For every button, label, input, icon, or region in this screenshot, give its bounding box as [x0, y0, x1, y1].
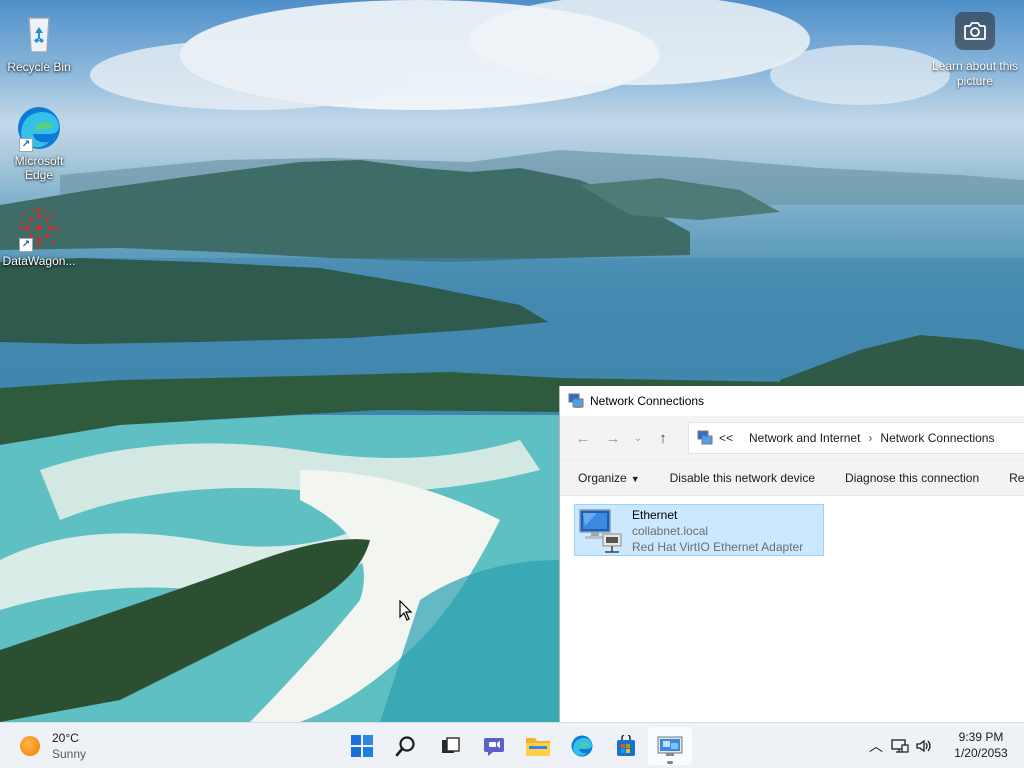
chevron-down-icon: ⌄ — [633, 432, 643, 444]
edge-icon: ↗ — [15, 104, 63, 152]
window-title: Network Connections — [590, 394, 705, 408]
shortcut-arrow-icon: ↗ — [19, 138, 33, 152]
weather-temperature: 20°C — [52, 731, 79, 745]
arrow-right-icon: → — [605, 429, 621, 447]
file-explorer-icon — [526, 738, 550, 756]
start-icon — [351, 735, 373, 757]
caret-down-icon: ▼ — [630, 473, 640, 484]
edge-icon — [571, 735, 593, 757]
organize-label: Organize — [578, 470, 627, 485]
edge-button[interactable] — [560, 727, 604, 765]
disable-device-button[interactable]: Disable this network device — [655, 461, 830, 495]
network-status-icon — [891, 739, 909, 753]
search-button[interactable] — [384, 727, 428, 765]
show-hidden-icons-button[interactable]: ︿ — [864, 735, 888, 757]
mouse-cursor-icon — [399, 600, 413, 621]
organize-button[interactable]: Organize ▼ — [560, 461, 655, 495]
search-icon — [395, 736, 415, 757]
clock[interactable]: 9:39 PM 1/20/2053 — [946, 729, 1016, 761]
file-explorer-button[interactable] — [516, 727, 560, 765]
breadcrumb-network-and-internet[interactable]: Network and Internet — [749, 431, 860, 445]
desktop-icon-microsoft-edge[interactable]: ↗ Microsoft Edge — [0, 104, 78, 182]
forward-button[interactable]: → — [598, 423, 628, 453]
chevron-up-icon: ︿ — [869, 738, 883, 754]
network-adapter-icon — [579, 509, 622, 553]
breadcrumb-network-connections[interactable]: Network Connections — [880, 431, 994, 445]
shortcut-arrow-icon: ↗ — [19, 238, 33, 252]
up-button[interactable]: ↑ — [648, 423, 678, 453]
connection-network: collabnet.local — [632, 524, 709, 538]
system-tray: ︿ — [864, 735, 936, 757]
connection-item-ethernet[interactable]: Ethernet collabnet.local Red Hat VirtIO … — [574, 504, 824, 556]
clock-date: 1/20/2053 — [954, 746, 1008, 760]
back-button[interactable]: ← — [568, 423, 598, 453]
task-view-icon — [442, 737, 460, 753]
arrow-left-icon: ← — [575, 429, 591, 447]
window-titlebar[interactable]: Network Connections — [560, 386, 1024, 416]
store-button[interactable] — [604, 727, 648, 765]
address-bar[interactable]: << Network and Internet › Network Connec… — [688, 422, 1024, 454]
desktop-icon-label: DataWagon... — [2, 254, 76, 268]
network-folder-icon — [697, 430, 713, 445]
desktop-icon-label: Recycle Bin — [7, 60, 71, 74]
store-icon — [617, 735, 635, 756]
navigation-bar: ← → ⌄ ↑ << Network and Internet › Networ… — [560, 416, 1024, 460]
chat-icon — [484, 738, 504, 756]
command-bar: Organize ▼ Disable this network device Di… — [560, 460, 1024, 496]
learn-about-picture-button[interactable] — [955, 12, 995, 50]
volume-button[interactable] — [912, 735, 936, 757]
connection-adapter: Red Hat VirtIO Ethernet Adapter — [632, 540, 804, 554]
chevron-right-icon: › — [868, 431, 873, 445]
connection-name: Ethernet — [632, 508, 678, 522]
network-connections-icon — [657, 736, 683, 756]
network-connections-window: Network Connections ← → ⌄ ↑ << Network a… — [559, 386, 1024, 722]
weather-widget[interactable]: 20°C Sunny — [20, 730, 86, 762]
taskbar-apps — [340, 727, 692, 765]
taskbar: 20°C Sunny ︿ 9:39 PM 1/20/2053 — [0, 722, 1024, 768]
sun-icon — [20, 736, 40, 756]
rename-button[interactable]: Ren — [994, 461, 1024, 495]
network-status-button[interactable] — [888, 735, 912, 757]
diagnose-connection-button[interactable]: Diagnose this connection — [830, 461, 994, 495]
recycle-bin-icon — [15, 10, 63, 58]
task-view-button[interactable] — [428, 727, 472, 765]
arrow-up-icon: ↑ — [659, 429, 667, 447]
camera-icon — [964, 22, 986, 40]
desktop-icon-datawagon[interactable]: ↗ DataWagon... — [0, 204, 78, 268]
running-indicator — [667, 761, 673, 764]
speaker-icon — [916, 739, 931, 753]
chat-button[interactable] — [472, 727, 516, 765]
network-connections-taskbar-button[interactable] — [648, 727, 692, 765]
breadcrumb-overflow[interactable]: << — [719, 431, 733, 445]
learn-about-picture-label: Learn about this picture — [931, 59, 1019, 88]
desktop-icon-label: Microsoft Edge — [14, 154, 64, 182]
weather-condition: Sunny — [52, 747, 87, 761]
desktop-icon-recycle-bin[interactable]: Recycle Bin — [0, 10, 78, 74]
network-connections-icon — [568, 393, 584, 408]
connections-list: Ethernet collabnet.local Red Hat VirtIO … — [560, 496, 1024, 722]
recent-locations-button[interactable]: ⌄ — [628, 423, 648, 453]
start-button[interactable] — [340, 727, 384, 765]
clock-time: 9:39 PM — [958, 730, 1004, 744]
datawagon-icon: ↗ — [15, 204, 63, 252]
